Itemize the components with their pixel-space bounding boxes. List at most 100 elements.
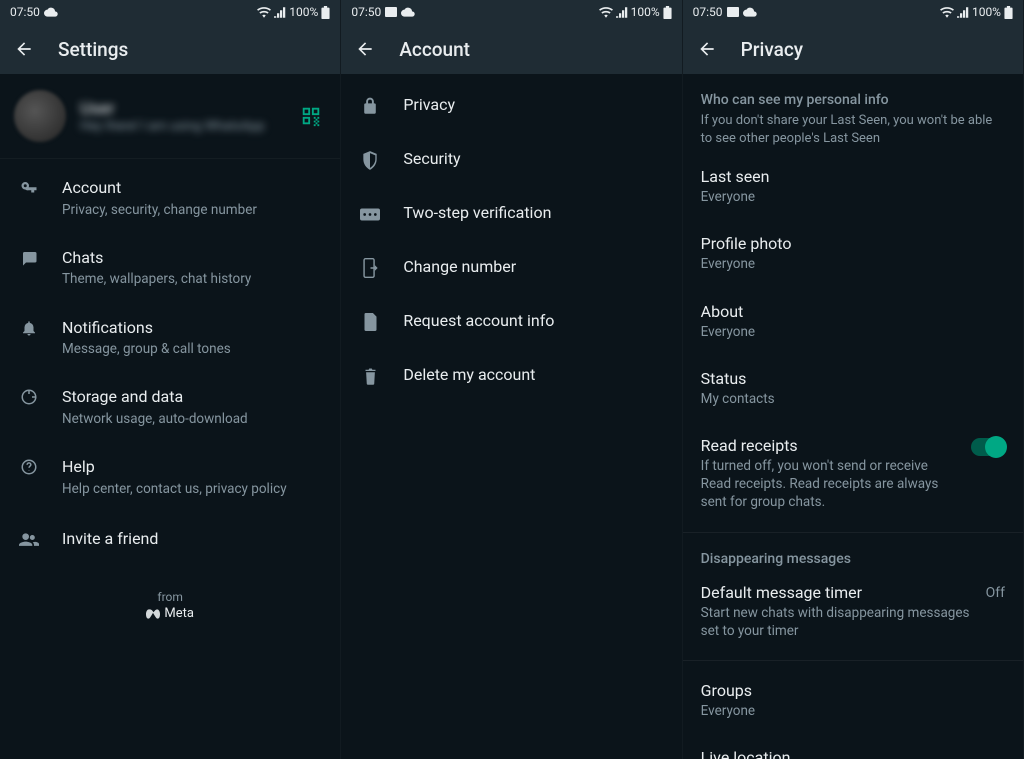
divider xyxy=(683,660,1023,661)
item-sub: Theme, wallpapers, chat history xyxy=(62,270,322,288)
account-item-changenumber[interactable]: Change number xyxy=(341,240,681,294)
profile-status: Hey there! I am using WhatsApp xyxy=(80,119,286,134)
item-title: Privacy xyxy=(403,94,663,116)
signal-icon xyxy=(957,7,969,18)
privacy-list: Who can see my personal info If you don'… xyxy=(683,74,1023,759)
account-list: Privacy Security Two-step verification C… xyxy=(341,74,681,402)
phone-swap-icon xyxy=(359,258,381,278)
settings-item-account[interactable]: Account Privacy, security, change number xyxy=(0,163,340,233)
back-icon[interactable] xyxy=(355,39,375,59)
battery-pct: 100% xyxy=(289,5,318,19)
privacy-item-about[interactable]: About Everyone xyxy=(683,288,1023,355)
privacy-item-groups[interactable]: Groups Everyone xyxy=(683,667,1023,734)
page-title: Account xyxy=(399,38,470,61)
account-item-security[interactable]: Security xyxy=(341,132,681,186)
footer-from: from xyxy=(0,590,340,604)
help-icon xyxy=(18,458,40,476)
image-icon xyxy=(727,7,739,17)
back-icon[interactable] xyxy=(697,39,717,59)
wifi-icon xyxy=(599,7,613,18)
item-sub: Message, group & call tones xyxy=(62,340,322,358)
trash-icon xyxy=(359,367,381,385)
profile-texts: User Hey there! I am using WhatsApp xyxy=(80,99,286,134)
settings-screen: 07:50 100% Settings User Hey t xyxy=(0,0,341,759)
privacy-screen: 07:50 100% Privacy xyxy=(683,0,1024,759)
cloud-icon xyxy=(401,7,415,17)
section-personal-info: Who can see my personal info If you don'… xyxy=(683,74,1023,153)
privacy-item-livelocation[interactable]: Live location None xyxy=(683,734,1023,759)
battery-icon xyxy=(1004,6,1013,19)
item-title: Request account info xyxy=(403,310,663,332)
settings-item-notifications[interactable]: Notifications Message, group & call tone… xyxy=(0,303,340,373)
item-value: Everyone xyxy=(701,255,1005,273)
qr-icon[interactable] xyxy=(300,105,322,127)
people-icon xyxy=(18,533,40,547)
meta-icon xyxy=(146,609,160,619)
document-icon xyxy=(359,313,381,331)
cloud-icon xyxy=(44,7,58,17)
privacy-item-profilephoto[interactable]: Profile photo Everyone xyxy=(683,220,1023,287)
status-bar: 07:50 100% xyxy=(683,0,1023,24)
key-icon xyxy=(18,179,40,197)
item-title: Profile photo xyxy=(701,234,1005,253)
privacy-item-status[interactable]: Status My contacts xyxy=(683,355,1023,422)
item-value: Off xyxy=(986,585,1005,601)
status-time: 07:50 xyxy=(351,5,381,19)
section-sub: If you don't share your Last Seen, you w… xyxy=(701,112,1005,147)
battery-icon xyxy=(321,6,330,19)
status-time: 07:50 xyxy=(693,5,723,19)
privacy-item-defaulttimer[interactable]: Default message timer Start new chats wi… xyxy=(683,569,1023,654)
item-title: Change number xyxy=(403,256,663,278)
item-title: Live location xyxy=(701,748,1005,759)
back-icon[interactable] xyxy=(14,39,34,59)
wifi-icon xyxy=(257,7,271,18)
app-bar: Account xyxy=(341,24,681,74)
item-title: Last seen xyxy=(701,167,1005,186)
item-title: Two-step verification xyxy=(403,202,663,224)
account-item-requestinfo[interactable]: Request account info xyxy=(341,294,681,348)
account-item-delete[interactable]: Delete my account xyxy=(341,348,681,402)
signal-icon xyxy=(274,7,286,18)
item-title: Notifications xyxy=(62,317,322,339)
pin-icon xyxy=(359,208,381,221)
settings-item-chats[interactable]: Chats Theme, wallpapers, chat history xyxy=(0,233,340,303)
item-title: About xyxy=(701,302,1005,321)
privacy-item-lastseen[interactable]: Last seen Everyone xyxy=(683,153,1023,220)
account-item-twostep[interactable]: Two-step verification xyxy=(341,186,681,240)
item-sub: Help center, contact us, privacy policy xyxy=(62,480,322,498)
privacy-item-readreceipts[interactable]: Read receipts If turned off, you won't s… xyxy=(683,422,1023,526)
battery-pct: 100% xyxy=(631,5,660,19)
status-bar: 07:50 100% xyxy=(0,0,340,24)
chat-icon xyxy=(18,249,40,267)
page-title: Privacy xyxy=(741,38,803,61)
wifi-icon xyxy=(940,7,954,18)
app-bar: Settings xyxy=(0,24,340,74)
footer-brand: Meta xyxy=(0,606,340,621)
lock-icon xyxy=(359,97,381,115)
item-title: Security xyxy=(403,148,663,170)
item-value: Everyone xyxy=(701,702,1005,720)
account-screen: 07:50 100% Account xyxy=(341,0,682,759)
settings-item-invite[interactable]: Invite a friend xyxy=(0,512,340,566)
bell-icon xyxy=(18,319,40,337)
item-sub: Privacy, security, change number xyxy=(62,201,322,219)
section-title: Who can see my personal info xyxy=(701,92,1005,108)
section-disappearing: Disappearing messages xyxy=(683,539,1023,569)
item-sub: If turned off, you won't send or receive… xyxy=(701,457,959,512)
item-value: My contacts xyxy=(701,390,1005,408)
profile-name: User xyxy=(80,99,286,119)
footer-brand-text: Meta xyxy=(164,606,194,621)
image-icon xyxy=(385,7,397,17)
account-item-privacy[interactable]: Privacy xyxy=(341,78,681,132)
divider xyxy=(683,532,1023,533)
item-title: Account xyxy=(62,177,322,199)
toggle-on[interactable] xyxy=(971,438,1005,456)
item-title: Delete my account xyxy=(403,364,663,386)
item-title: Invite a friend xyxy=(62,528,322,550)
profile-row[interactable]: User Hey there! I am using WhatsApp xyxy=(0,74,340,159)
page-title: Settings xyxy=(58,38,128,61)
settings-list: Account Privacy, security, change number… xyxy=(0,159,340,621)
settings-item-storage[interactable]: Storage and data Network usage, auto-dow… xyxy=(0,372,340,442)
item-value: Everyone xyxy=(701,188,1005,206)
settings-item-help[interactable]: Help Help center, contact us, privacy po… xyxy=(0,442,340,512)
